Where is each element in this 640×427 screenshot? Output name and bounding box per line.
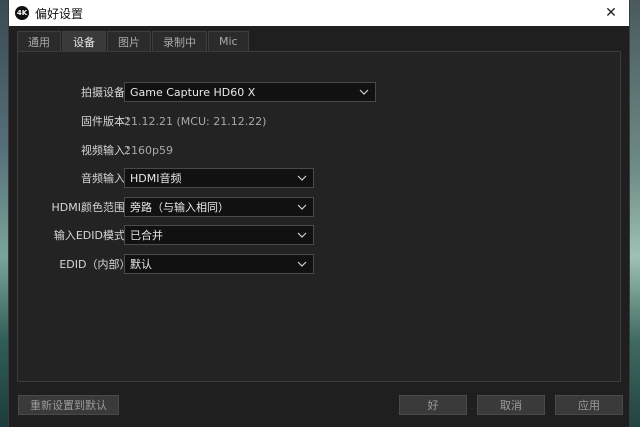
capture-device-value: Game Capture HD60 X [130,85,256,99]
edid-mode-select[interactable]: 已合并 [124,225,314,245]
hdmi-range-select[interactable]: 旁路（与输入相同） [124,197,314,217]
audio-input-select[interactable]: HDMI音频 [124,168,314,188]
ok-button[interactable]: 好 [399,395,467,415]
title-bar: 4K 偏好设置 ✕ [9,0,629,26]
hdmi-range-value: 旁路（与输入相同） [130,201,229,214]
tab-label: 设备 [73,35,95,49]
app-logo-icon: 4K [15,6,29,20]
capture-device-row: 拍摄设备： Game Capture HD60 X [18,82,622,102]
close-button[interactable]: ✕ [601,3,621,23]
tab-image[interactable]: 图片 [107,31,151,51]
chevron-down-icon [359,89,369,95]
audio-input-row: 音频输入： HDMI音频 [18,168,622,188]
dialog-footer: 重新设置到默认 好 取消 应用 [9,389,629,427]
firmware-value: 21.12.21 (MCU: 21.12.22) [124,114,267,128]
chevron-down-icon [297,261,307,267]
tab-label: 通用 [28,35,50,49]
chevron-down-icon [297,175,307,181]
window-title: 偏好设置 [35,6,84,21]
chevron-down-icon [297,204,307,210]
device-settings-panel: 拍摄设备： Game Capture HD60 X 固件版本： 21.12.21… [17,51,621,382]
desktop-background-left [0,0,8,427]
edid-internal-select[interactable]: 默认 [124,254,314,274]
chevron-down-icon [297,232,307,238]
close-icon: ✕ [605,5,617,21]
video-input-row: 视频输入： 2160p59 [18,140,622,160]
tab-recording[interactable]: 录制中 [152,31,207,51]
edid-mode-row: 输入EDID模式： 已合并 [18,225,622,245]
apply-button[interactable]: 应用 [555,395,623,415]
tab-device[interactable]: 设备 [62,31,106,51]
firmware-row: 固件版本： 21.12.21 (MCU: 21.12.22) [18,111,622,131]
audio-input-value: HDMI音频 [130,172,182,185]
tab-general[interactable]: 通用 [17,31,61,51]
capture-device-select[interactable]: Game Capture HD60 X [124,82,376,102]
edid-internal-value: 默认 [130,258,152,271]
edid-internal-row: EDID（内部）： 默认 [18,254,622,274]
desktop-background-right [630,0,640,427]
tab-label: Mic [219,35,238,48]
tab-mic[interactable]: Mic [208,31,249,51]
tab-bar: 通用 设备 图片 录制中 Mic [17,31,249,51]
tab-label: 录制中 [163,35,196,49]
cancel-button[interactable]: 取消 [477,395,545,415]
hdmi-range-row: HDMI颜色范围： 旁路（与输入相同） [18,197,622,217]
preferences-window: 4K 偏好设置 ✕ 通用 设备 图片 录制中 Mic 拍摄设备： Game Ca… [8,0,630,427]
edid-mode-value: 已合并 [130,229,163,242]
video-input-value: 2160p59 [124,143,173,157]
tab-label: 图片 [118,35,140,49]
reset-defaults-button[interactable]: 重新设置到默认 [18,395,119,415]
